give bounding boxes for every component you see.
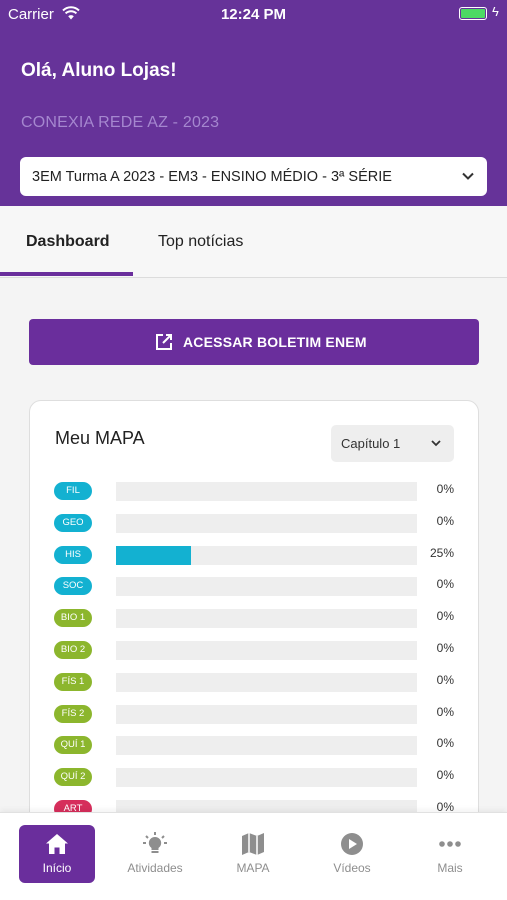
progress-percent: 0% [436, 513, 454, 528]
bottom-navigation: Início Atividades MAPA Vídeos Mais [0, 812, 507, 900]
subject-badge: QUÍ 2 [54, 768, 92, 787]
access-enem-report-button[interactable]: ACESSAR BOLETIM ENEM [29, 319, 479, 365]
status-bar: Carrier 12:24 PM ϟ [0, 0, 507, 28]
mapa-card: Meu MAPA Capítulo 1 FIL 0% GEO 0% HIS 25% SOC 0… [29, 400, 479, 860]
subject-badge: QUÍ 1 [54, 736, 92, 755]
play-icon [341, 833, 363, 855]
progress-track [116, 545, 417, 565]
subject-badge: SOC [54, 577, 92, 596]
chapter-select[interactable]: Capítulo 1 [331, 425, 454, 462]
home-icon [46, 834, 68, 854]
map-icon [242, 833, 264, 855]
nav-videos-label: Vídeos [333, 861, 371, 875]
progress-percent: 0% [436, 704, 454, 719]
tab-dashboard[interactable]: Dashboard [26, 233, 110, 251]
subject-row[interactable]: HIS 25% [30, 543, 478, 567]
progress-track [116, 513, 417, 533]
active-tab-indicator [0, 272, 133, 276]
subject-badge: BIO 1 [54, 609, 92, 628]
subject-row[interactable]: FIL 0% [30, 479, 478, 503]
subject-badge: FÍS 1 [54, 672, 92, 691]
subject-row[interactable]: QUÍ 1 0% [30, 733, 478, 757]
progress-track [116, 577, 417, 597]
nav-atividades[interactable]: Atividades [117, 825, 193, 883]
progress-percent: 0% [436, 672, 454, 687]
charging-icon: ϟ [492, 4, 499, 19]
subject-row[interactable]: FÍS 2 0% [30, 702, 478, 726]
progress-track [116, 704, 417, 724]
progress-track [116, 736, 417, 756]
chevron-down-icon [462, 172, 474, 180]
nav-mapa-label: MAPA [236, 861, 270, 875]
nav-mais[interactable]: Mais [412, 825, 488, 883]
progress-percent: 0% [436, 482, 454, 496]
progress-track [116, 672, 417, 692]
school-name: CONEXIA REDE AZ - 2023 [21, 114, 220, 131]
nav-inicio[interactable]: Início [19, 825, 95, 883]
tab-bar: Dashboard Top notícias [0, 206, 507, 278]
access-enem-report-label: ACESSAR BOLETIM ENEM [183, 334, 367, 350]
lightbulb-icon [143, 832, 167, 853]
subject-badge: BIO 2 [54, 641, 92, 659]
subject-row[interactable]: QUÍ 2 0% [30, 765, 478, 789]
progress-percent: 0% [436, 609, 454, 624]
progress-track [116, 641, 417, 660]
subject-row[interactable]: SOC 0% [30, 574, 478, 598]
external-link-icon [156, 334, 172, 350]
subject-badge: GEO [54, 513, 92, 532]
subject-badge: FÍS 2 [54, 704, 92, 723]
progress-percent: 0% [436, 768, 454, 783]
chapter-select-value: Capítulo 1 [341, 436, 401, 451]
subject-row[interactable]: GEO 0% [30, 511, 478, 535]
progress-bar-fill [116, 545, 192, 565]
progress-track [116, 768, 417, 788]
subject-row[interactable]: FÍS 1 0% [30, 670, 478, 694]
battery-icon [459, 7, 487, 20]
progress-percent: 0% [436, 577, 454, 592]
nav-videos[interactable]: Vídeos [314, 825, 390, 883]
subject-row[interactable]: BIO 1 0% [30, 606, 478, 630]
nav-inicio-label: Início [42, 861, 72, 875]
subject-badge: HIS [54, 545, 92, 564]
progress-percent: 0% [436, 736, 454, 751]
app-header: Carrier 12:24 PM ϟ Olá, Aluno Lojas! CON… [0, 0, 507, 206]
greeting-title: Olá, Aluno Lojas! [21, 60, 177, 81]
subject-row[interactable]: BIO 2 0% [30, 638, 478, 662]
progress-percent: 0% [436, 641, 454, 655]
progress-track [116, 482, 417, 501]
mapa-title: Meu MAPA [55, 428, 145, 448]
tab-top-noticias[interactable]: Top notícias [158, 233, 243, 251]
subject-badge: FIL [54, 482, 92, 500]
nav-mais-label: Mais [437, 861, 463, 875]
nav-mapa[interactable]: MAPA [215, 825, 291, 883]
progress-percent: 25% [429, 545, 454, 560]
status-time: 12:24 PM [220, 6, 287, 23]
class-select[interactable]: 3EM Turma A 2023 - EM3 - ENSINO MÉDIO - … [20, 157, 487, 196]
more-icon [439, 841, 461, 847]
progress-track [116, 609, 417, 629]
class-select-value: 3EM Turma A 2023 - EM3 - ENSINO MÉDIO - … [32, 169, 392, 185]
chevron-down-icon [431, 440, 441, 447]
nav-atividades-label: Atividades [127, 861, 183, 875]
